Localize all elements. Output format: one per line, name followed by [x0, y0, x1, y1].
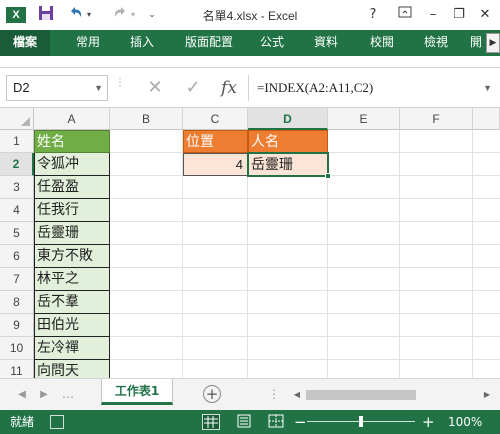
- name-box-value: D2: [13, 80, 30, 95]
- chevron-down-icon[interactable]: ▼: [94, 76, 103, 100]
- column-header-g[interactable]: [473, 108, 500, 130]
- row-header-10[interactable]: 10: [0, 337, 34, 360]
- help-button[interactable]: ?: [362, 5, 384, 25]
- insert-function-button[interactable]: fx: [216, 76, 242, 100]
- select-all-button[interactable]: [0, 108, 34, 130]
- cell-a8[interactable]: 岳不羣: [34, 291, 110, 314]
- column-header-b[interactable]: B: [110, 108, 183, 130]
- row-header-8[interactable]: 8: [0, 291, 34, 314]
- ribbon-scroll-right-button[interactable]: ▶: [486, 33, 500, 53]
- formula-bar: D2 ▼ ⋮ ✕ ✓ fx =INDEX(A2:A11,C2) ▼: [0, 68, 500, 108]
- row-header-3[interactable]: 3: [0, 176, 34, 199]
- tab-insert[interactable]: 插入: [120, 30, 164, 56]
- column-header-f[interactable]: F: [400, 108, 473, 130]
- page-layout-view-icon[interactable]: [236, 414, 254, 430]
- column-header-a[interactable]: A: [34, 108, 110, 130]
- ribbon-collapsed-area: [0, 56, 500, 68]
- name-box[interactable]: D2 ▼: [6, 75, 108, 101]
- formula-input[interactable]: =INDEX(A2:A11,C2) ▼: [248, 75, 492, 101]
- cell-c2[interactable]: 4: [183, 153, 248, 176]
- row-header-7[interactable]: 7: [0, 268, 34, 291]
- formula-bar-resize-handle[interactable]: ⋮: [115, 78, 125, 96]
- row-header-9[interactable]: 9: [0, 314, 34, 337]
- cell-d1[interactable]: 人名: [248, 130, 328, 153]
- row-header-4[interactable]: 4: [0, 199, 34, 222]
- row-header-2[interactable]: 2: [0, 153, 34, 176]
- tab-view[interactable]: 檢視: [416, 30, 456, 56]
- tab-data[interactable]: 資料: [306, 30, 346, 56]
- cell-a6[interactable]: 東方不敗: [34, 245, 110, 268]
- horizontal-scrollbar[interactable]: ◀ ▶: [290, 388, 494, 402]
- column-header-c[interactable]: C: [183, 108, 248, 130]
- cancel-entry-button[interactable]: ✕: [142, 76, 168, 100]
- title-bar: X ▾ ▾ ⌄ 名單4.xlsx - Excel ? – ❐ ✕: [0, 0, 500, 30]
- ribbon-display-options-icon[interactable]: [394, 5, 416, 25]
- close-button[interactable]: ✕: [474, 5, 496, 25]
- cell-a1[interactable]: 姓名: [34, 130, 110, 153]
- zoom-percentage[interactable]: 100%: [448, 410, 482, 434]
- next-sheet-icon[interactable]: ▶: [36, 387, 52, 403]
- zoom-in-button[interactable]: +: [422, 410, 435, 434]
- prev-sheet-icon[interactable]: ◀: [14, 387, 30, 403]
- row-header-5[interactable]: 5: [0, 222, 34, 245]
- status-ready-text: 就緒: [10, 415, 35, 429]
- zoom-slider-thumb[interactable]: [359, 416, 363, 427]
- cell-a10[interactable]: 左冷禪: [34, 337, 110, 360]
- scrollbar-split-handle[interactable]: ⋮: [268, 387, 280, 401]
- fill-handle[interactable]: [325, 173, 331, 179]
- restore-button[interactable]: ❐: [448, 5, 470, 25]
- cell-a3[interactable]: 任盈盈: [34, 176, 110, 199]
- cell-c1[interactable]: 位置: [183, 130, 248, 153]
- row-header-6[interactable]: 6: [0, 245, 34, 268]
- tab-formulas[interactable]: 公式: [252, 30, 292, 56]
- scroll-right-icon[interactable]: ▶: [480, 388, 494, 402]
- scroll-left-icon[interactable]: ◀: [290, 388, 304, 402]
- row-header-1[interactable]: 1: [0, 130, 34, 153]
- minimize-button[interactable]: –: [422, 5, 444, 25]
- tab-home[interactable]: 常用: [66, 30, 110, 56]
- scrollbar-thumb[interactable]: [306, 390, 416, 400]
- zoom-out-button[interactable]: −: [294, 410, 307, 434]
- cell-a5[interactable]: 岳靈珊: [34, 222, 110, 245]
- enter-entry-button[interactable]: ✓: [180, 76, 206, 100]
- sheet-tab-sheet1[interactable]: 工作表1: [101, 379, 173, 405]
- cell-a7[interactable]: 林平之: [34, 268, 110, 291]
- macro-record-icon[interactable]: [50, 415, 64, 429]
- column-header-e[interactable]: E: [328, 108, 400, 130]
- cell-a9[interactable]: 田伯光: [34, 314, 110, 337]
- cell-a4[interactable]: 任我行: [34, 199, 110, 222]
- tab-review[interactable]: 校閱: [362, 30, 402, 56]
- worksheet-grid[interactable]: A B C D E F 1 2 3 4 5 6 7 8 9 10 11 12 姓…: [0, 108, 500, 378]
- cell-d2[interactable]: 岳靈珊: [247, 152, 329, 177]
- normal-view-icon[interactable]: [202, 414, 220, 430]
- status-bar: 就緒 − + 100%: [0, 410, 500, 434]
- sheet-tab-bar: ◀ ▶ … 工作表1 + ⋮ ◀ ▶: [0, 378, 500, 410]
- tab-page-layout[interactable]: 版面配置: [174, 30, 244, 56]
- cell-a11[interactable]: 向問天: [34, 360, 110, 378]
- tab-file[interactable]: 檔案: [0, 30, 50, 56]
- expand-formula-bar-icon[interactable]: ▼: [483, 75, 492, 101]
- add-sheet-button[interactable]: +: [203, 385, 221, 403]
- cell-a2[interactable]: 令狐冲: [34, 153, 110, 176]
- tab-developer[interactable]: 開: [466, 30, 486, 56]
- row-header-11[interactable]: 11: [0, 360, 34, 378]
- page-break-preview-icon[interactable]: [268, 414, 286, 430]
- sheet-list-ellipsis[interactable]: …: [62, 387, 74, 401]
- column-header-d[interactable]: D: [248, 108, 328, 130]
- ribbon-tabs: 檔案 常用 插入 版面配置 公式 資料 校閱 檢視 開 ▶: [0, 30, 500, 56]
- formula-text: =INDEX(A2:A11,C2): [257, 80, 374, 95]
